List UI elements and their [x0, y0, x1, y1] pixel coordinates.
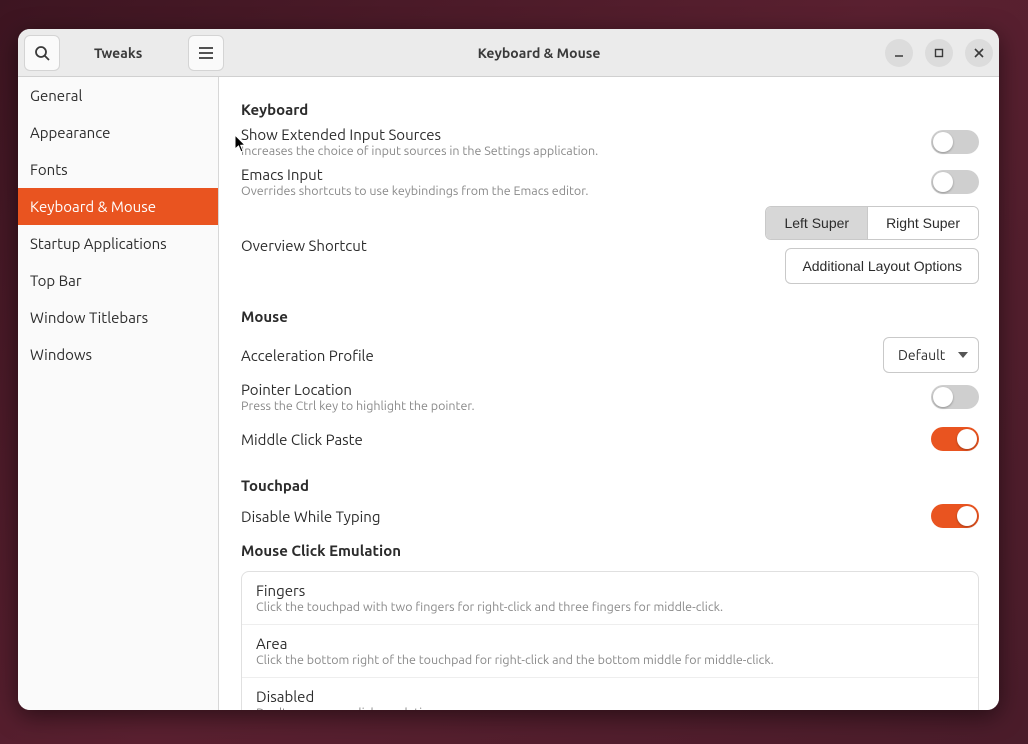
- label-emacs-input: Emacs Input: [241, 166, 919, 183]
- mouse-click-emulation-list: FingersClick the touchpad with two finge…: [241, 571, 979, 710]
- row-disable-typing: Disable While Typing: [241, 500, 979, 536]
- emulation-desc: Click the bottom right of the touchpad f…: [256, 653, 964, 667]
- close-icon: [974, 48, 984, 58]
- toggle-disable-typing[interactable]: [931, 504, 979, 528]
- desc-extended-input: Increases the choice of input sources in…: [241, 144, 919, 158]
- emulation-option-area[interactable]: AreaClick the bottom right of the touchp…: [242, 624, 978, 677]
- hamburger-button[interactable]: [188, 35, 224, 71]
- row-extended-input: Show Extended Input Sources Increases th…: [241, 124, 979, 164]
- sidebar-item-keyboard-mouse[interactable]: Keyboard & Mouse: [18, 188, 218, 225]
- row-middle-click: Middle Click Paste: [241, 419, 979, 459]
- desc-emacs-input: Overrides shortcuts to use keybindings f…: [241, 184, 919, 198]
- header-bar: Tweaks Keyboard & Mouse: [18, 29, 999, 77]
- section-header-mouse: Mouse: [241, 308, 979, 325]
- dropdown-accel-profile[interactable]: Default: [883, 337, 979, 373]
- close-button[interactable]: [965, 39, 993, 67]
- sidebar-item-top-bar[interactable]: Top Bar: [18, 262, 218, 299]
- emulation-desc: Click the touchpad with two fingers for …: [256, 600, 964, 614]
- window-controls: [885, 39, 993, 67]
- toggle-extended-input[interactable]: [931, 130, 979, 154]
- toggle-emacs-input[interactable]: [931, 170, 979, 194]
- toggle-pointer-location[interactable]: [931, 385, 979, 409]
- sidebar-item-window-titlebars[interactable]: Window Titlebars: [18, 299, 218, 336]
- emulation-title: Fingers: [256, 582, 964, 599]
- emulation-title: Area: [256, 635, 964, 652]
- row-pointer-location: Pointer Location Press the Ctrl key to h…: [241, 379, 979, 419]
- label-accel-profile: Acceleration Profile: [241, 347, 871, 364]
- additional-layout-options-button[interactable]: Additional Layout Options: [785, 248, 979, 284]
- dropdown-accel-value: Default: [898, 347, 945, 363]
- sidebar: GeneralAppearanceFontsKeyboard & MouseSt…: [18, 77, 219, 710]
- search-icon: [34, 45, 50, 61]
- minimize-icon: [894, 48, 904, 58]
- emulation-title: Disabled: [256, 688, 964, 705]
- emulation-desc: Don't use mouse click emulation.: [256, 706, 964, 710]
- chevron-down-icon: [958, 352, 968, 358]
- sub-header-emulation: Mouse Click Emulation: [241, 542, 979, 559]
- row-overview-shortcut: Overview Shortcut Left Super Right Super…: [241, 204, 979, 290]
- desc-pointer-location: Press the Ctrl key to highlight the poin…: [241, 399, 919, 413]
- maximize-button[interactable]: [925, 39, 953, 67]
- hamburger-icon: [198, 46, 214, 60]
- header-left: Tweaks: [24, 35, 224, 71]
- label-middle-click: Middle Click Paste: [241, 431, 919, 448]
- emulation-option-disabled[interactable]: DisabledDon't use mouse click emulation.: [242, 677, 978, 710]
- toggle-middle-click[interactable]: [931, 427, 979, 451]
- segmented-overview-shortcut: Left Super Right Super: [765, 206, 979, 240]
- emulation-option-fingers[interactable]: FingersClick the touchpad with two finge…: [242, 572, 978, 624]
- sidebar-item-appearance[interactable]: Appearance: [18, 114, 218, 151]
- seg-left-super[interactable]: Left Super: [766, 207, 867, 239]
- page-title: Keyboard & Mouse: [219, 29, 859, 76]
- maximize-icon: [934, 48, 944, 58]
- sidebar-item-general[interactable]: General: [18, 77, 218, 114]
- app-title: Tweaks: [94, 45, 142, 61]
- section-header-touchpad: Touchpad: [241, 477, 979, 494]
- sidebar-item-fonts[interactable]: Fonts: [18, 151, 218, 188]
- sidebar-item-startup-applications[interactable]: Startup Applications: [18, 225, 218, 262]
- label-pointer-location: Pointer Location: [241, 381, 919, 398]
- sidebar-item-windows[interactable]: Windows: [18, 336, 218, 373]
- seg-right-super[interactable]: Right Super: [867, 207, 978, 239]
- row-emacs-input: Emacs Input Overrides shortcuts to use k…: [241, 164, 979, 204]
- content-area[interactable]: Keyboard Show Extended Input Sources Inc…: [219, 77, 999, 710]
- window-body: GeneralAppearanceFontsKeyboard & MouseSt…: [18, 77, 999, 710]
- label-disable-typing: Disable While Typing: [241, 508, 919, 525]
- section-header-keyboard: Keyboard: [241, 101, 979, 118]
- row-accel-profile: Acceleration Profile Default: [241, 331, 979, 379]
- label-extended-input: Show Extended Input Sources: [241, 126, 919, 143]
- search-button[interactable]: [24, 35, 60, 71]
- minimize-button[interactable]: [885, 39, 913, 67]
- label-overview-shortcut: Overview Shortcut: [241, 237, 753, 254]
- tweaks-window: Tweaks Keyboard & Mouse GeneralAppearanc…: [18, 29, 999, 710]
